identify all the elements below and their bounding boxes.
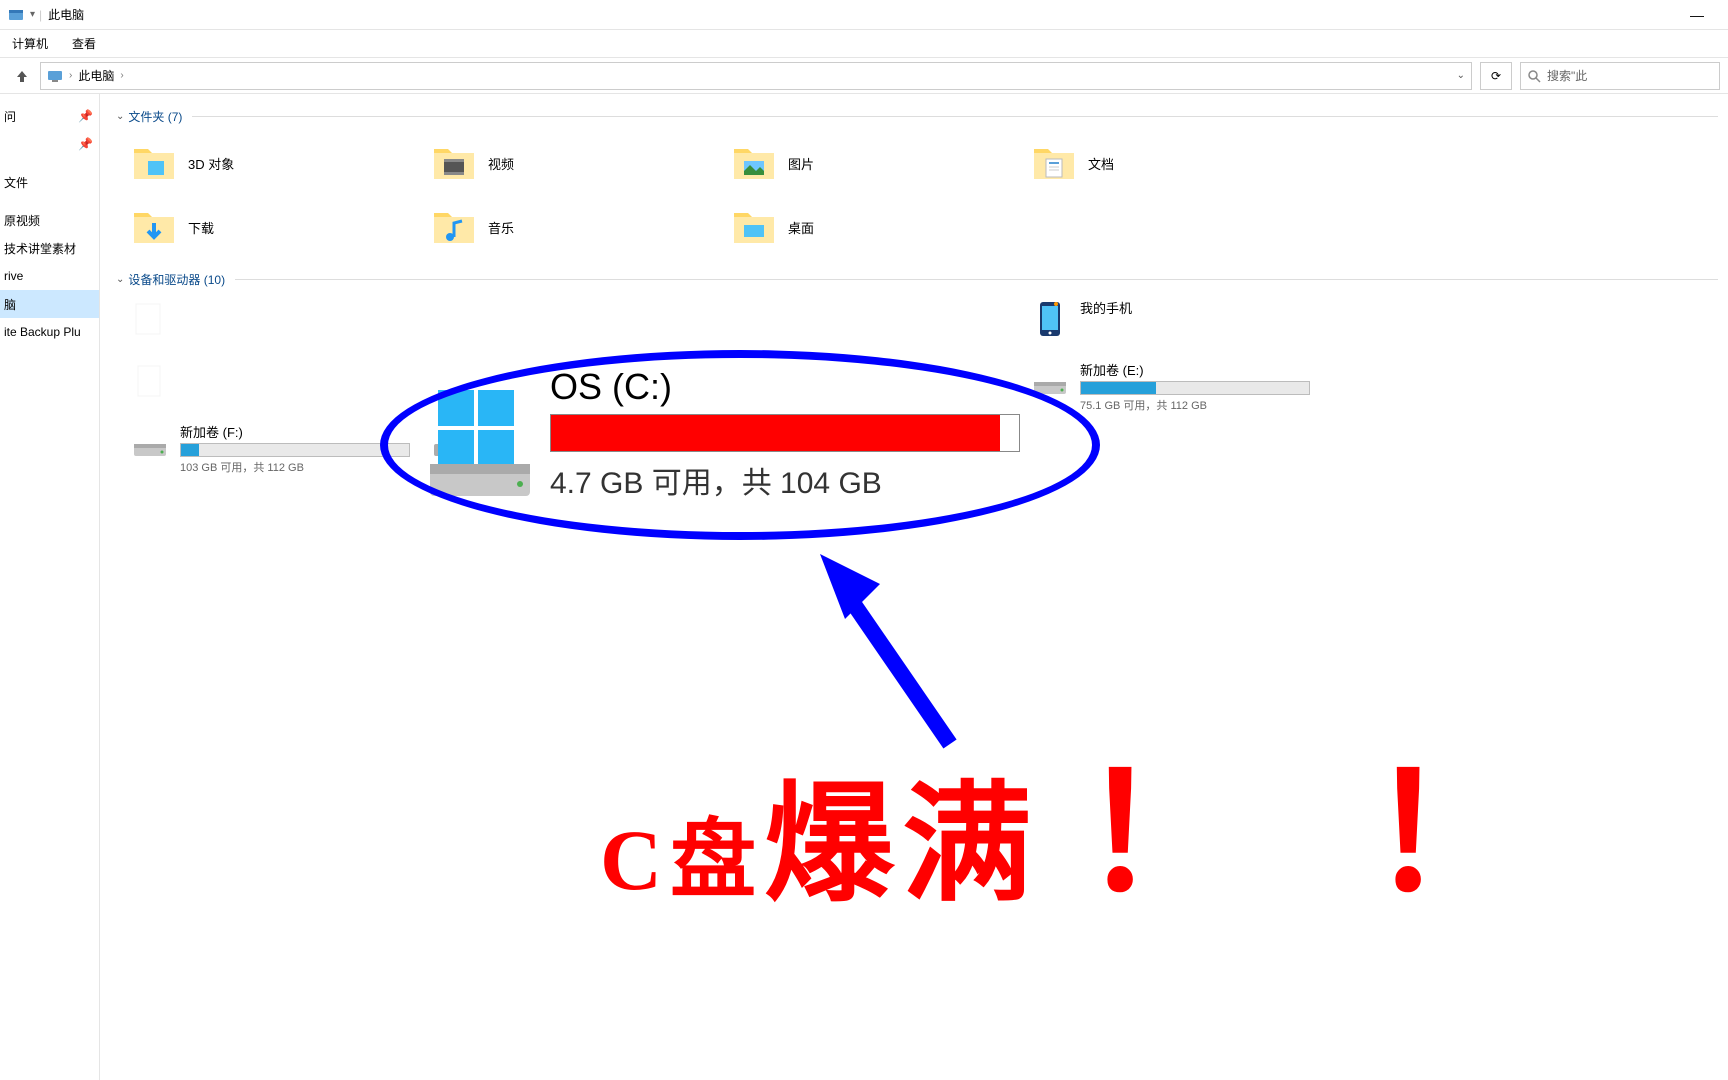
pin-icon: 📌 xyxy=(78,109,93,123)
annotation-arrow xyxy=(790,534,990,757)
folder-videos[interactable]: 视频 xyxy=(430,135,730,191)
drive-name: 新加卷 (F:) xyxy=(180,422,410,441)
refresh-button[interactable]: ⟳ xyxy=(1480,62,1512,90)
folder-documents[interactable]: 文档 xyxy=(1030,135,1330,191)
hdd-icon xyxy=(430,422,470,462)
file-icon xyxy=(130,360,170,400)
folder-icon xyxy=(1030,139,1078,187)
drive-name: 新加卷 (E:) xyxy=(1080,360,1310,379)
address-bar[interactable]: › 此电脑 › ⌄ xyxy=(40,62,1472,90)
folder-label: 音乐 xyxy=(488,218,514,237)
folder-label: 3D 对象 xyxy=(188,154,234,173)
section-label: 文件夹 (7) xyxy=(128,108,182,125)
tab-view[interactable]: 查看 xyxy=(60,31,108,56)
folder-label: 图片 xyxy=(788,154,814,173)
folder-label: 桌面 xyxy=(788,218,814,237)
drive-e[interactable]: 新加卷 (E:) 75.1 GB 可用，共 112 GB xyxy=(1030,360,1330,416)
minimize-button[interactable]: — xyxy=(1674,0,1720,30)
sidebar-item[interactable]: ite Backup Plu xyxy=(0,318,99,346)
phone-icon xyxy=(1030,298,1070,338)
sidebar-item[interactable]: 技术讲堂素材 xyxy=(0,234,99,262)
nav-sidebar: 问📌 📌 文件 原视频 技术讲堂素材 rive 脑 ite Backup Plu xyxy=(0,94,100,1080)
drive-item[interactable] xyxy=(130,298,430,354)
folder-label: 视频 xyxy=(488,154,514,173)
folder-icon xyxy=(430,203,478,251)
sidebar-item[interactable]: 文件 xyxy=(0,168,99,196)
drive-name: 我的手机 xyxy=(1080,298,1310,317)
folder-3d-objects[interactable]: 3D 对象 xyxy=(130,135,430,191)
drive-usage-bar xyxy=(1080,381,1310,395)
breadcrumb-root[interactable]: 此电脑 xyxy=(78,67,114,84)
hdd-icon xyxy=(130,422,170,462)
search-icon xyxy=(1527,69,1541,83)
section-drives-header[interactable]: ⌄ 设备和驱动器 (10) xyxy=(110,265,1718,298)
drive-phone[interactable]: 我的手机 xyxy=(1030,298,1330,354)
drive-item[interactable] xyxy=(430,422,730,478)
folder-desktop[interactable]: 桌面 xyxy=(730,199,1030,255)
section-folders-header[interactable]: ⌄ 文件夹 (7) xyxy=(110,102,1718,135)
folder-music[interactable]: 音乐 xyxy=(430,199,730,255)
sidebar-item-this-pc[interactable]: 脑 xyxy=(0,290,99,318)
app-icon xyxy=(8,7,24,23)
drive-f[interactable]: 新加卷 (F:) 103 GB 可用，共 112 GB xyxy=(130,422,430,478)
annotation-text: C盘爆满！！ xyxy=(600,704,1536,936)
pc-icon xyxy=(47,68,63,84)
search-placeholder: 搜索"此 xyxy=(1547,67,1587,84)
folder-icon xyxy=(730,139,778,187)
section-label: 设备和驱动器 (10) xyxy=(128,271,225,288)
window-title: 此电脑 xyxy=(48,6,84,23)
chevron-down-icon: ⌄ xyxy=(116,274,124,285)
breadcrumb-sep: › xyxy=(69,70,72,81)
pin-icon: 📌 xyxy=(78,137,93,151)
chevron-down-icon: ⌄ xyxy=(116,111,124,122)
breadcrumb-sep: › xyxy=(120,70,123,81)
folder-icon xyxy=(430,139,478,187)
content-pane: ⌄ 文件夹 (7) 3D 对象 视频 图片 文档 下载 xyxy=(100,94,1728,1080)
drive-free-text: 103 GB 可用，共 112 GB xyxy=(180,459,410,475)
nav-up-button[interactable] xyxy=(8,62,36,90)
folder-icon xyxy=(730,203,778,251)
folder-label: 文档 xyxy=(1088,154,1114,173)
address-row: › 此电脑 › ⌄ ⟳ 搜索"此 xyxy=(0,58,1728,94)
folder-label: 下载 xyxy=(188,218,214,237)
caret-icon: ▾ xyxy=(30,9,35,20)
search-box[interactable]: 搜索"此 xyxy=(1520,62,1720,90)
ribbon-tabs: 计算机 查看 xyxy=(0,30,1728,58)
folder-downloads[interactable]: 下载 xyxy=(130,199,430,255)
address-dropdown[interactable]: ⌄ xyxy=(1457,70,1465,81)
title-bar: ▾ | 此电脑 — xyxy=(0,0,1728,30)
sidebar-item[interactable]: 原视频 xyxy=(0,206,99,234)
drive-free-text: 75.1 GB 可用，共 112 GB xyxy=(1080,397,1310,413)
folder-icon xyxy=(130,203,178,251)
folder-icon xyxy=(130,139,178,187)
drive-usage-bar xyxy=(180,443,410,457)
sidebar-item[interactable]: 📌 xyxy=(0,130,99,158)
refresh-icon: ⟳ xyxy=(1491,69,1501,83)
blank-icon xyxy=(130,298,170,338)
sidebar-item[interactable]: rive xyxy=(0,262,99,290)
tab-computer[interactable]: 计算机 xyxy=(0,31,60,56)
folder-pictures[interactable]: 图片 xyxy=(730,135,1030,191)
sidebar-item[interactable]: 问📌 xyxy=(0,102,99,130)
hdd-icon xyxy=(1030,360,1070,400)
